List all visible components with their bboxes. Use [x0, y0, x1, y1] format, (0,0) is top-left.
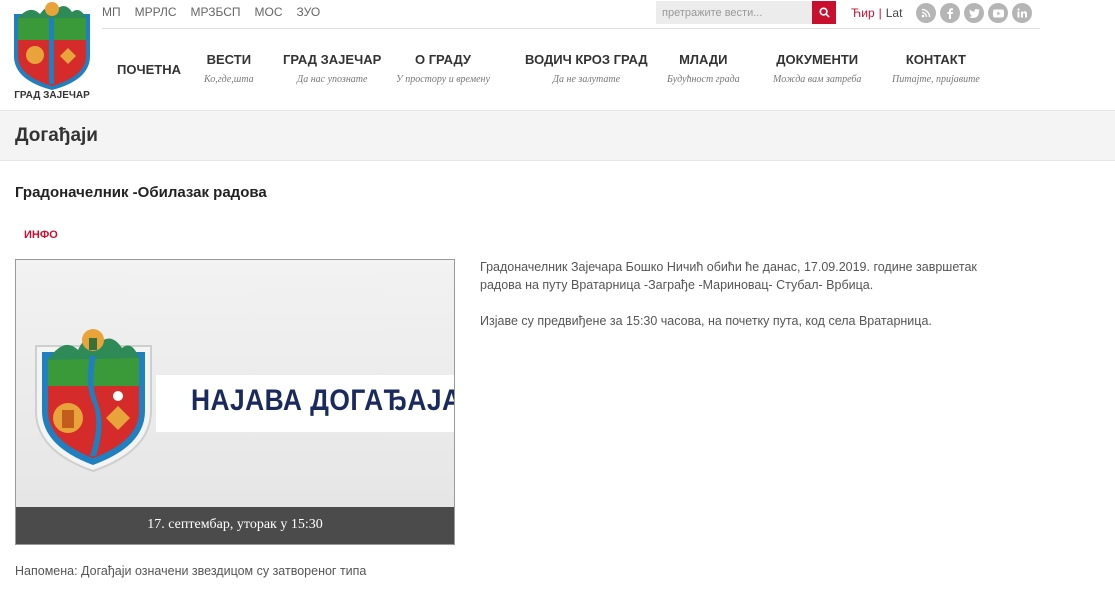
social-links: [916, 3, 1032, 23]
nav-title: КОНТАКТ: [905, 52, 966, 67]
nav-title: ВЕСТИ: [206, 52, 252, 67]
section-title: Догађаји: [15, 125, 98, 146]
lang-latin[interactable]: Lat: [886, 6, 903, 20]
image-caption: 17. септембар, уторак у 15:30: [147, 517, 323, 532]
nav-title: ВОДИЧ КРОЗ ГРАД: [525, 52, 648, 67]
lang-separator: |: [878, 6, 882, 20]
city-coat-of-arms: [35, 329, 152, 473]
search-input[interactable]: [656, 1, 812, 24]
top-link-zuo[interactable]: ЗУО: [297, 5, 321, 21]
section-title-bar: Догађаји: [0, 110, 1115, 161]
nav-title: ГРАД ЗАЈЕЧАР: [283, 52, 382, 67]
banner-text: НАЈАВА ДОГАЂАЈА: [191, 384, 455, 417]
facebook-icon[interactable]: [940, 3, 960, 23]
article-body: Градоначелник Зајечара Бошко Ничић обићи…: [480, 258, 980, 348]
nav-item-contact[interactable]: КОНТАКТ Питајте, пријавите: [892, 52, 980, 85]
nav-subtitle: Можда вам затреба: [773, 74, 862, 85]
rss-icon[interactable]: [916, 3, 936, 23]
nav-subtitle: Питајте, пријавите: [892, 74, 980, 85]
nav-item-about[interactable]: О ГРАДУ У простору и времену: [396, 52, 490, 85]
nav-subtitle: Да нас упознате: [296, 74, 368, 85]
nav-title: ДОКУМЕНТИ: [776, 52, 859, 67]
city-logo[interactable]: [10, 0, 94, 104]
nav-title: МЛАДИ: [679, 52, 728, 67]
nav-title: О ГРАДУ: [414, 52, 471, 67]
youtube-icon[interactable]: [988, 3, 1008, 23]
top-links: МП МРРЛС МРЗБСП МОС ЗУО: [102, 5, 320, 21]
nav-item-guide[interactable]: ВОДИЧ КРОЗ ГРАД Да не залутате: [525, 52, 648, 85]
nav-item-news[interactable]: ВЕСТИ Ко,где,шта: [204, 52, 254, 85]
nav-item-documents[interactable]: ДОКУМЕНТИ Можда вам затреба: [773, 52, 861, 85]
nav-subtitle: У простору и времену: [396, 74, 490, 85]
nav-item-city[interactable]: ГРАД ЗАЈЕЧАР Да нас упознате: [283, 52, 381, 85]
nav-subtitle: Да не залутате: [552, 74, 621, 85]
nav-subtitle: Ко,где,шта: [204, 74, 254, 85]
search-button[interactable]: [812, 1, 836, 24]
article-paragraph: Градоначелник Зајечара Бошко Ничић обићи…: [480, 260, 977, 292]
linkedin-icon[interactable]: [1012, 3, 1032, 23]
nav-subtitle: Будућност града: [667, 74, 740, 85]
top-link-mrzbsp[interactable]: МРЗБСП: [191, 5, 241, 21]
category-tag[interactable]: ИНФО: [24, 229, 58, 241]
nav-item-home[interactable]: ПОЧЕТНА: [117, 62, 181, 77]
nav-item-youth[interactable]: МЛАДИ Будућност града: [667, 52, 740, 85]
top-link-mp[interactable]: МП: [102, 5, 121, 21]
footnote: Напомена: Догађаји означени звездицом су…: [15, 564, 367, 578]
nav-title: ПОЧЕТНА: [117, 62, 181, 77]
lang-cyrillic[interactable]: Ћир: [851, 6, 875, 20]
event-image[interactable]: НАЈАВА ДОГАЂАЈА 17. септембар, уторак у …: [15, 259, 455, 545]
search-icon: [818, 7, 830, 18]
language-switch: Ћир | Lat: [851, 6, 902, 20]
search-form: [656, 1, 836, 24]
article-title: Градоначелник -Обилазак радова: [15, 184, 267, 201]
twitter-icon[interactable]: [964, 3, 984, 23]
logo-text: ГРАД ЗАЈЕЧАР: [14, 90, 90, 101]
article-paragraph: Изјаве су предвиђене за 15:30 часова, на…: [480, 314, 932, 328]
top-link-mos[interactable]: МОС: [255, 5, 283, 21]
header-divider: [102, 28, 1040, 29]
top-link-mrrls[interactable]: МРРЛС: [135, 5, 177, 21]
site-header: ГРАД ЗАЈЕЧАР МП МРРЛС МРЗБСП МОС ЗУО Ћир…: [0, 0, 1115, 108]
